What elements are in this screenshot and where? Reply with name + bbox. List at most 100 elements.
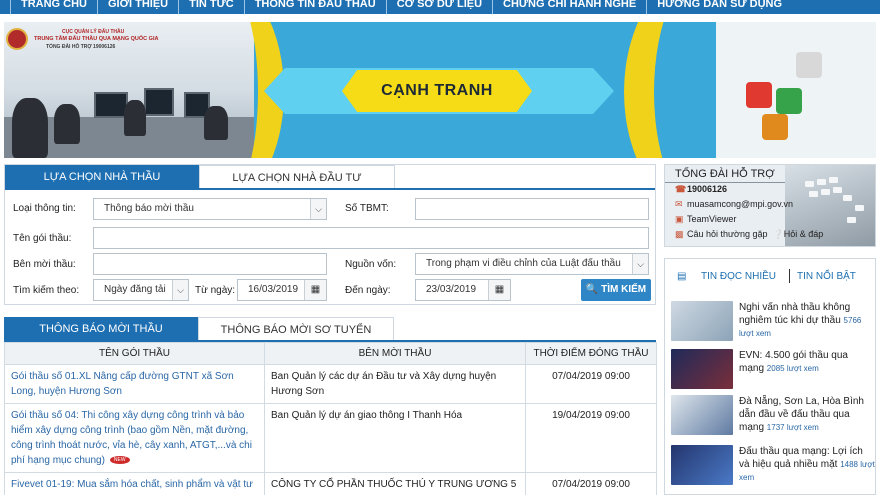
news-views: 2085 lượt xem xyxy=(766,364,819,373)
inviter-cell: Ban Quản lý các dự án Đầu tư và Xây dựng… xyxy=(264,364,526,404)
search-by-value: Ngày đăng tải xyxy=(104,284,166,295)
page: TRANG CHỦ GIỚI THIỆU TIN TỨC THÔNG TIN Đ… xyxy=(0,0,880,495)
funding-value: Trong phạm vi điều chỉnh của Luật đấu th… xyxy=(426,258,621,269)
funding-select[interactable]: Trong phạm vi điều chỉnh của Luật đấu th… xyxy=(415,253,649,275)
column-header-package: TÊN GÓI THẦU xyxy=(4,342,265,365)
package-name-input[interactable] xyxy=(93,227,649,249)
from-date-label: Từ ngày: xyxy=(195,285,236,296)
teamviewer-label: TeamViewer xyxy=(687,214,737,224)
to-date-input[interactable]: 23/03/2019 ▦ xyxy=(415,279,511,301)
nav-item-certificates[interactable]: CHỨNG CHỈ HÀNH NGHỀ xyxy=(492,0,646,14)
results-panel: THÔNG BÁO MỜI THẦU THÔNG BÁO MỜI SƠ TUYỂ… xyxy=(4,317,657,495)
support-title: TỔNG ĐÀI HỖ TRỢ xyxy=(675,168,775,180)
faq-row[interactable]: ▩ Câu hỏi thường gặp ❔Hỏi & đáp xyxy=(675,229,823,240)
package-title-cell[interactable]: Gói thầu số 04: Thi công xây dựng công t… xyxy=(4,403,265,473)
close-time-cell: 07/04/2019 09:00 xyxy=(525,472,657,495)
banner-headline: CẠNH TRANH xyxy=(381,82,493,99)
package-title-cell[interactable]: Fivevet 01-19: Mua sắm hóa chất, sinh ph… xyxy=(4,472,265,495)
chevron-down-icon: ⌵ xyxy=(172,280,188,300)
top-nav: TRANG CHỦ GIỚI THIỆU TIN TỨC THÔNG TIN Đ… xyxy=(0,0,880,14)
column-header-close-time: THỜI ĐIỂM ĐÓNG THẦU xyxy=(525,342,657,365)
close-time-cell: 07/04/2019 09:00 xyxy=(525,364,657,404)
nav-item-home[interactable]: TRANG CHỦ xyxy=(10,0,97,14)
nav-item-news[interactable]: TIN TỨC xyxy=(178,0,244,14)
package-title-cell[interactable]: Gói thầu số 01.XL Nâng cấp đường GTNT xã… xyxy=(4,364,265,404)
news-panel: ▤ TIN ĐỌC NHIỀU TIN NỔI BẬT Nghi vấn nhà… xyxy=(664,258,876,495)
search-by-select[interactable]: Ngày đăng tải ⌵ xyxy=(93,279,189,301)
search-button[interactable]: 🔍 TÌM KIẾM xyxy=(581,279,651,301)
news-item[interactable]: Đấu thầu qua mạng: Lợi ích và hiệu quả n… xyxy=(671,445,875,491)
tab-bid-invitations[interactable]: THÔNG BÁO MỜI THẦU xyxy=(4,317,198,341)
monitor-icon: ▣ xyxy=(675,214,684,224)
close-time-cell: 19/04/2019 09:00 xyxy=(525,403,657,473)
nav-item-bidding-info[interactable]: THÔNG TIN ĐẤU THẦU xyxy=(243,0,386,14)
banner-headline-plate: CẠNH TRANH xyxy=(342,70,532,112)
teamviewer-row[interactable]: ▣ TeamViewer xyxy=(675,214,736,225)
to-date-value: 23/03/2019 xyxy=(426,284,477,295)
chevron-down-icon: ⌵ xyxy=(310,199,326,219)
calendar-icon[interactable]: ▦ xyxy=(488,280,510,300)
nav-item-database[interactable]: CƠ SỞ DỮ LIỆU xyxy=(385,0,492,14)
support-phone-row[interactable]: ☎19006126 xyxy=(675,184,727,195)
package-name-label: Tên gói thầu: xyxy=(13,233,72,244)
news-thumbnail[interactable] xyxy=(671,395,733,435)
news-title[interactable]: Nghi vấn nhà thầu không nghiêm túc khi d… xyxy=(739,302,850,326)
from-date-input[interactable]: 16/03/2019 ▦ xyxy=(237,279,327,301)
tab-investor-selection[interactable]: LỰA CHỌN NHÀ ĐẦU TƯ xyxy=(199,165,395,189)
table-row[interactable]: Fivevet 01-19: Mua sắm hóa chất, sinh ph… xyxy=(4,472,657,495)
tbmt-input[interactable] xyxy=(415,198,649,220)
tab-most-read[interactable]: TIN ĐỌC NHIỀU xyxy=(701,271,776,282)
inviter-label: Bên mời thầu: xyxy=(13,259,76,270)
funding-label: Nguồn vốn: xyxy=(345,259,397,270)
nav-item-about[interactable]: GIỚI THIỆU xyxy=(97,0,178,14)
table-row[interactable]: Gói thầu số 04: Thi công xây dựng công t… xyxy=(4,403,657,473)
chevron-down-icon: ⌵ xyxy=(632,254,648,274)
logo: CỤC QUẢN LÝ ĐẤU THẦU TRUNG TÂM ĐẤU THẦU … xyxy=(6,26,166,52)
tab-featured[interactable]: TIN NỔI BẬT xyxy=(797,271,856,282)
search-icon: 🔍 xyxy=(585,284,599,295)
info-type-value: Thông báo mời thầu xyxy=(104,203,194,214)
nav-item-user-guide[interactable]: HƯỚNG DẪN SỬ DỤNG xyxy=(646,0,792,14)
logo-emblem-icon xyxy=(6,28,28,50)
list-icon: ▤ xyxy=(677,271,687,282)
search-panel: LỰA CHỌN NHÀ THẦU LỰA CHỌN NHÀ ĐẦU TƯ Lo… xyxy=(4,164,656,305)
support-email-row[interactable]: ✉ muasamcong@mpi.gov.vn xyxy=(675,199,793,210)
new-badge: NEW xyxy=(109,456,130,465)
inviter-cell: CÔNG TY CỔ PHẦN THUỐC THÚ Y TRUNG ƯƠNG 5 xyxy=(264,472,526,495)
calendar-icon[interactable]: ▦ xyxy=(304,280,326,300)
news-item[interactable]: EVN: 4.500 gói thầu qua mạng 2085 lượt x… xyxy=(671,349,875,395)
info-type-label: Loại thông tin: xyxy=(13,203,76,214)
faq-link[interactable]: Câu hỏi thường gặp xyxy=(687,229,767,239)
book-icon: ▩ xyxy=(675,229,684,239)
results-table: TÊN GÓI THẦU BÊN MỜI THẦU THỜI ĐIỂM ĐÓNG… xyxy=(4,342,657,495)
news-thumbnail[interactable] xyxy=(671,445,733,485)
search-by-label: Tìm kiếm theo: xyxy=(13,285,80,296)
news-item[interactable]: Nghi vấn nhà thầu không nghiêm túc khi d… xyxy=(671,301,875,347)
from-date-value: 16/03/2019 xyxy=(248,284,299,295)
tbmt-label: Số TBMT: xyxy=(345,203,389,214)
info-type-select[interactable]: Thông báo mời thầu ⌵ xyxy=(93,198,327,220)
mail-icon: ✉ xyxy=(675,199,683,209)
support-phone: 19006126 xyxy=(687,184,728,194)
search-button-label: TÌM KIẾM xyxy=(601,284,647,295)
package-title[interactable]: Fivevet 01-19: Mua sắm hóa chất, sinh ph… xyxy=(11,479,253,490)
package-title[interactable]: Gói thầu số 04: Thi công xây dựng công t… xyxy=(11,410,252,466)
column-header-inviter: BÊN MỜI THẦU xyxy=(264,342,526,365)
package-title[interactable]: Gói thầu số 01.XL Nâng cấp đường GTNT xã… xyxy=(11,371,234,397)
news-item[interactable]: Đà Nẵng, Sơn La, Hòa Bình dẫn đầu về đấu… xyxy=(671,395,875,441)
news-views: 1737 lượt xem xyxy=(766,423,819,432)
tab-contractor-selection[interactable]: LỰA CHỌN NHÀ THẦU xyxy=(5,165,199,189)
phone-icon: ☎ xyxy=(675,184,687,194)
inviter-cell: Ban Quản lý dự án giao thông I Thanh Hóa xyxy=(264,403,526,473)
inviter-input[interactable] xyxy=(93,253,327,275)
news-thumbnail[interactable] xyxy=(671,349,733,389)
tab-prequalification[interactable]: THÔNG BÁO MỜI SƠ TUYỂN xyxy=(198,317,394,341)
to-date-label: Đến ngày: xyxy=(345,285,391,296)
puzzle-hands-photo xyxy=(716,22,876,158)
table-row[interactable]: Gói thầu số 01.XL Nâng cấp đường GTNT xã… xyxy=(4,364,657,404)
hero-banner: CỤC QUẢN LÝ ĐẤU THẦU TRUNG TÂM ĐẤU THẦU … xyxy=(4,22,876,158)
qa-link[interactable]: Hỏi & đáp xyxy=(784,229,824,239)
support-email: muasamcong@mpi.gov.vn xyxy=(687,199,794,209)
news-thumbnail[interactable] xyxy=(671,301,733,341)
question-icon: ❔ xyxy=(772,229,784,239)
